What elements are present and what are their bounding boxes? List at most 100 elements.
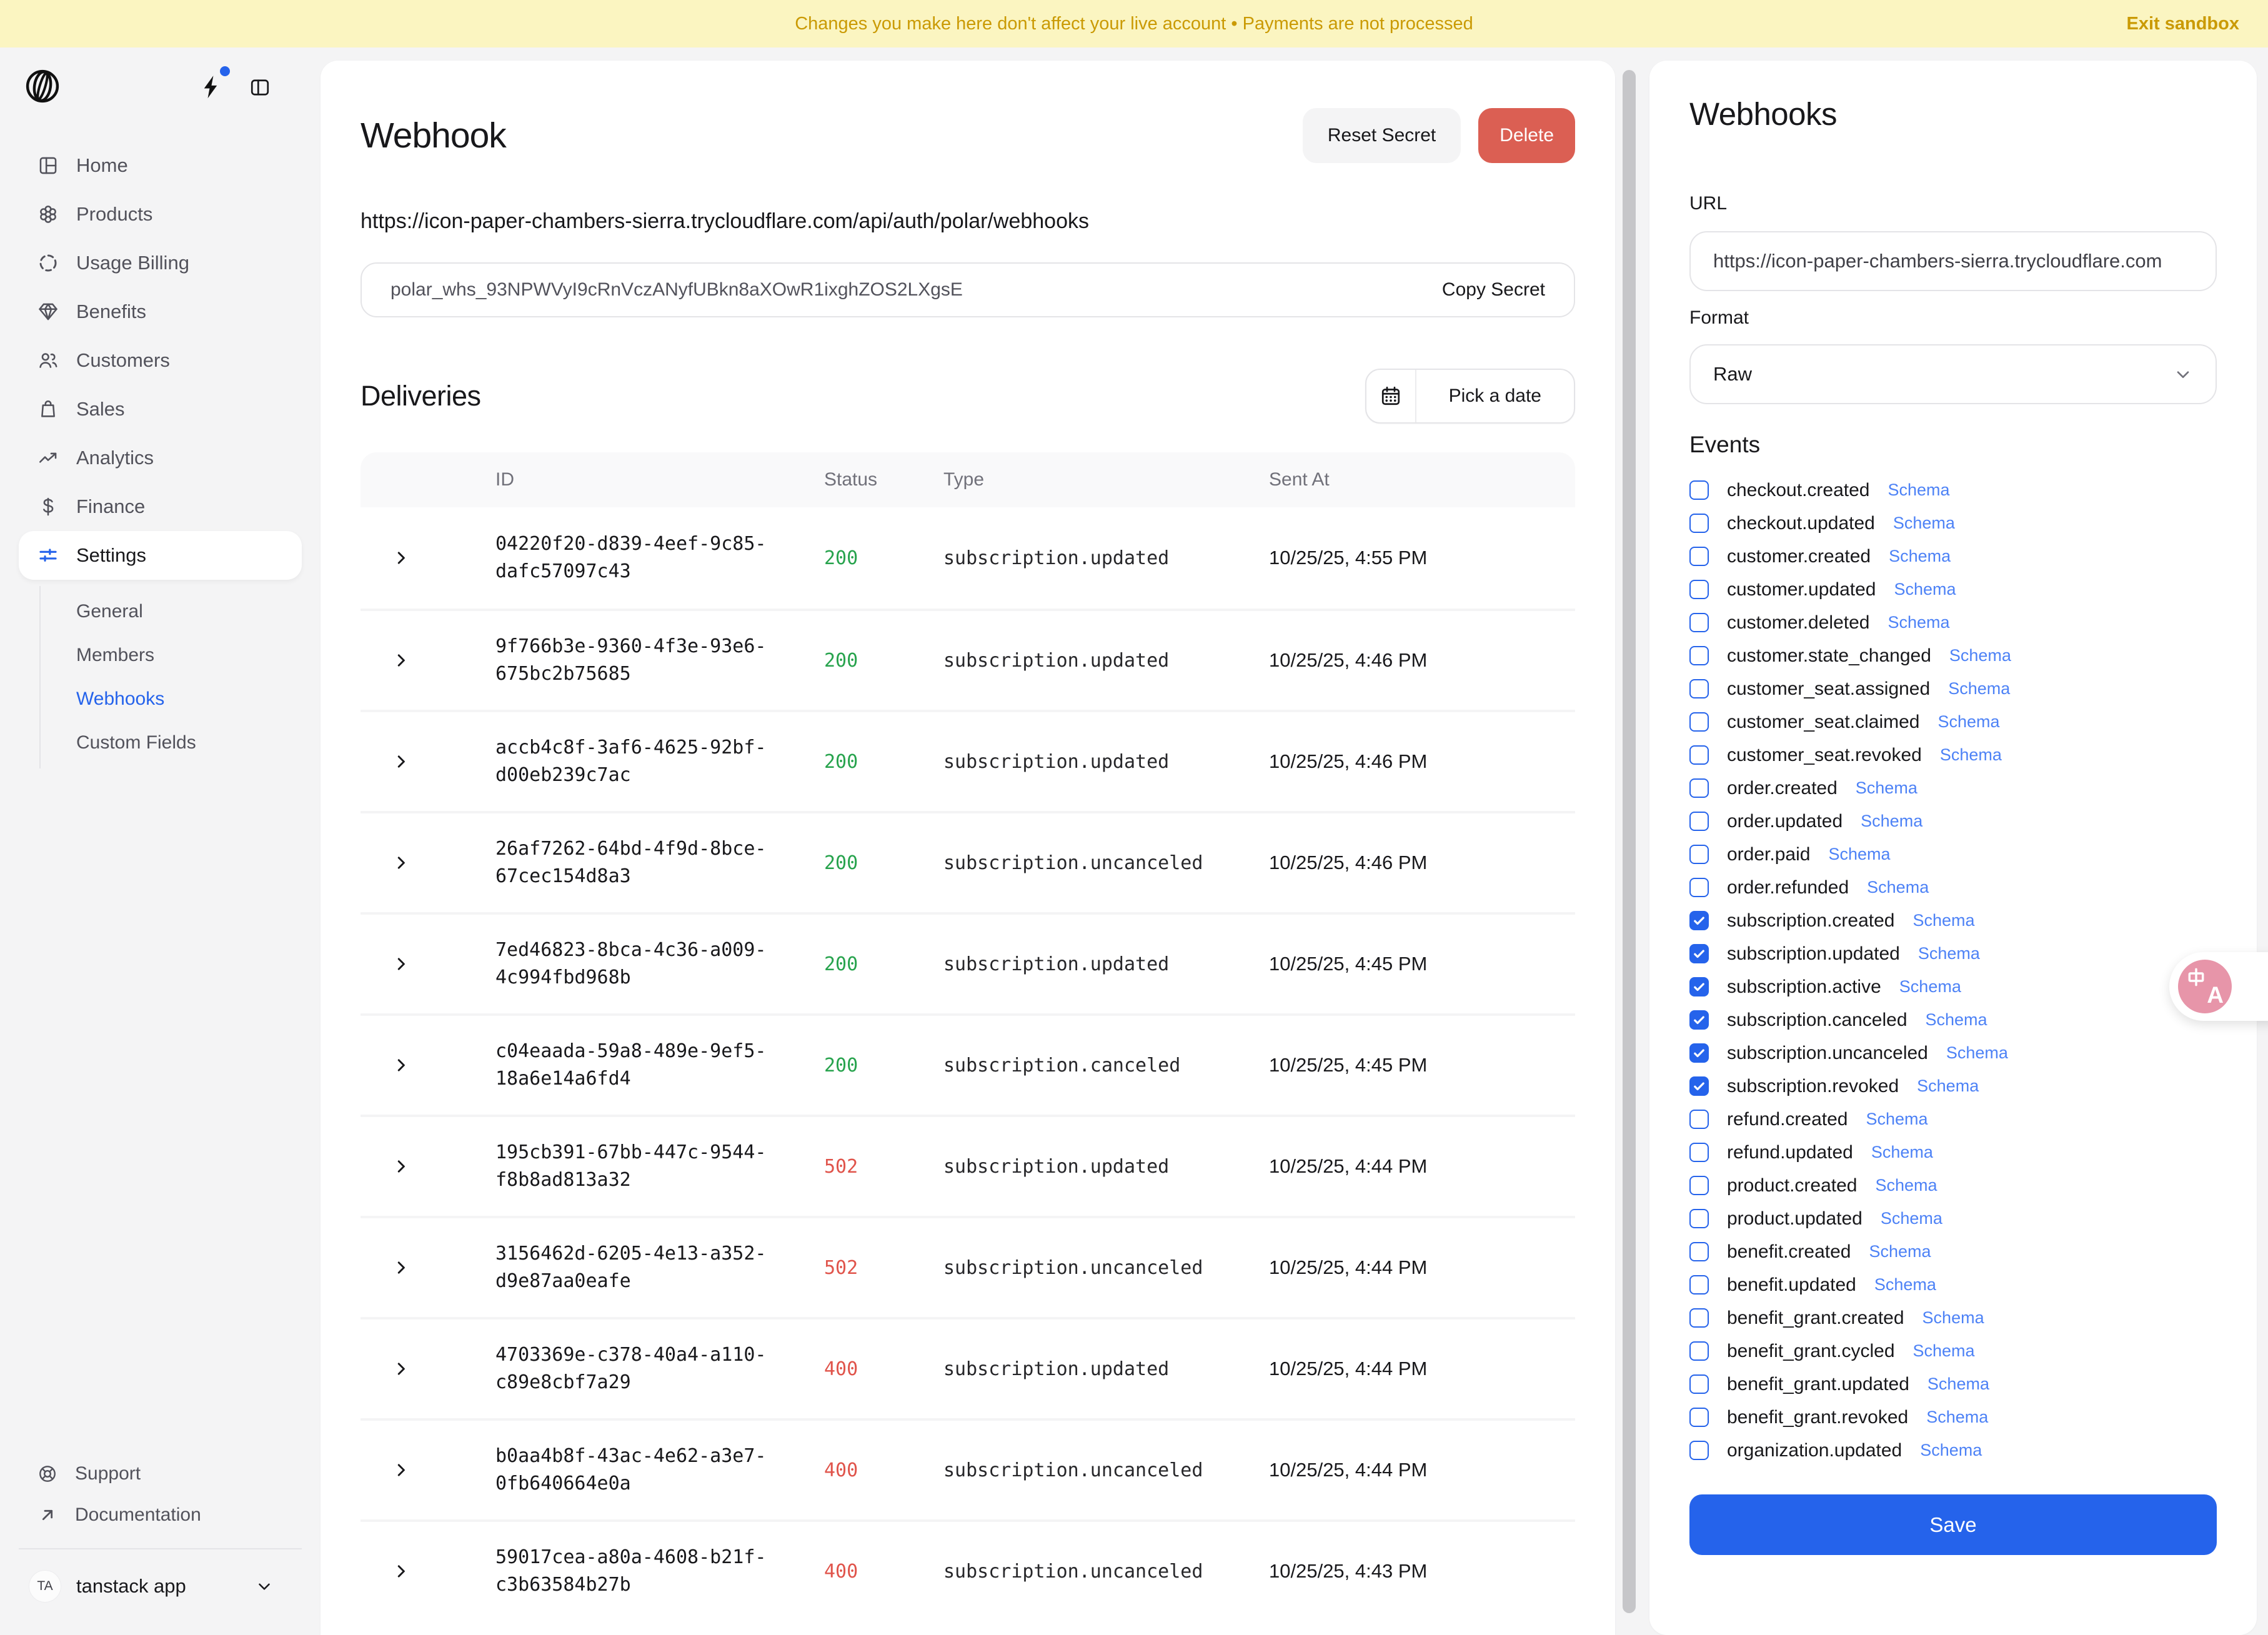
account-switcher[interactable]: TA tanstack app xyxy=(19,1562,302,1611)
sidebar-item-home[interactable]: Home xyxy=(19,141,302,190)
schema-link[interactable]: Schema xyxy=(1899,977,1961,996)
schema-link[interactable]: Schema xyxy=(1940,745,2002,765)
event-checkbox[interactable] xyxy=(1689,547,1709,566)
event-checkbox[interactable] xyxy=(1689,1010,1709,1030)
event-checkbox[interactable] xyxy=(1689,1209,1709,1228)
schema-link[interactable]: Schema xyxy=(1866,1110,1927,1129)
sidebar-subitem-custom-fields[interactable]: Custom Fields xyxy=(41,721,302,765)
chevron-right-icon[interactable] xyxy=(392,955,410,973)
event-checkbox[interactable] xyxy=(1689,1441,1709,1460)
event-checkbox[interactable] xyxy=(1689,911,1709,930)
date-picker-button[interactable]: Pick a date xyxy=(1365,369,1575,424)
schema-link[interactable]: Schema xyxy=(1861,812,1922,831)
schema-link[interactable]: Schema xyxy=(1912,911,1974,930)
sidebar-toggle-icon[interactable] xyxy=(249,76,271,99)
event-checkbox[interactable] xyxy=(1689,514,1709,533)
schema-link[interactable]: Schema xyxy=(1869,1242,1931,1261)
event-checkbox[interactable] xyxy=(1689,944,1709,963)
sidebar-item-customers[interactable]: Customers xyxy=(19,336,302,385)
event-checkbox[interactable] xyxy=(1689,1076,1709,1096)
copy-secret-button[interactable]: Copy Secret xyxy=(1442,279,1545,301)
schema-link[interactable]: Schema xyxy=(1828,845,1890,864)
schema-link[interactable]: Schema xyxy=(1922,1308,1984,1328)
lightning-icon[interactable] xyxy=(199,74,225,100)
sidebar-item-sales[interactable]: Sales xyxy=(19,385,302,434)
sidebar-item-products[interactable]: Products xyxy=(19,190,302,239)
event-checkbox[interactable] xyxy=(1689,1374,1709,1394)
schema-link[interactable]: Schema xyxy=(1874,1275,1936,1295)
event-checkbox[interactable] xyxy=(1689,977,1709,996)
event-checkbox[interactable] xyxy=(1689,1341,1709,1361)
event-checkbox[interactable] xyxy=(1689,1143,1709,1162)
chevron-right-icon[interactable] xyxy=(392,1359,410,1378)
sidebar-item-benefits[interactable]: Benefits xyxy=(19,287,302,336)
event-checkbox[interactable] xyxy=(1689,646,1709,665)
sidebar-item-usage-billing[interactable]: Usage Billing xyxy=(19,239,302,287)
schema-link[interactable]: Schema xyxy=(1889,547,1951,566)
delete-button[interactable]: Delete xyxy=(1478,108,1575,163)
event-checkbox[interactable] xyxy=(1689,1176,1709,1195)
chevron-right-icon[interactable] xyxy=(392,752,410,771)
sidebar-subitem-webhooks[interactable]: Webhooks xyxy=(41,677,302,721)
schema-link[interactable]: Schema xyxy=(1926,1408,1988,1427)
chevron-right-icon[interactable] xyxy=(392,853,410,872)
event-checkbox[interactable] xyxy=(1689,712,1709,732)
sidebar-subitem-general[interactable]: General xyxy=(41,590,302,634)
schema-link[interactable]: Schema xyxy=(1918,944,1980,963)
table-row[interactable]: 04220f20-d839-4eef-9c85-dafc57097c43200s… xyxy=(361,507,1575,609)
event-checkbox[interactable] xyxy=(1689,1275,1709,1295)
table-row[interactable]: 3156462d-6205-4e13-a352-d9e87aa0eafe502s… xyxy=(361,1216,1575,1317)
event-checkbox[interactable] xyxy=(1689,745,1709,765)
event-checkbox[interactable] xyxy=(1689,613,1709,632)
polar-logo[interactable] xyxy=(25,69,60,104)
event-checkbox[interactable] xyxy=(1689,1043,1709,1063)
schema-link[interactable]: Schema xyxy=(1917,1076,1979,1096)
translate-widget-button[interactable]: A xyxy=(2169,952,2268,1021)
chevron-right-icon[interactable] xyxy=(392,1056,410,1075)
url-input[interactable] xyxy=(1689,231,2217,291)
table-row[interactable]: b0aa4b8f-43ac-4e62-a3e7-0fb640664e0a400s… xyxy=(361,1418,1575,1519)
table-row[interactable]: 9f766b3e-9360-4f3e-93e6-675bc2b75685200s… xyxy=(361,609,1575,710)
event-checkbox[interactable] xyxy=(1689,1242,1709,1261)
event-checkbox[interactable] xyxy=(1689,580,1709,599)
schema-link[interactable]: Schema xyxy=(1888,480,1949,500)
table-row[interactable]: 195cb391-67bb-447c-9544-f8b8ad813a32502s… xyxy=(361,1115,1575,1216)
chevron-right-icon[interactable] xyxy=(392,1461,410,1479)
sidebar-subitem-members[interactable]: Members xyxy=(41,634,302,677)
event-checkbox[interactable] xyxy=(1689,1308,1709,1328)
event-checkbox[interactable] xyxy=(1689,679,1709,698)
schema-link[interactable]: Schema xyxy=(1948,679,2010,698)
scrollbar-thumb[interactable] xyxy=(1623,70,1636,1613)
schema-link[interactable]: Schema xyxy=(1937,712,1999,732)
event-checkbox[interactable] xyxy=(1689,812,1709,831)
sidebar-item-analytics[interactable]: Analytics xyxy=(19,434,302,482)
schema-link[interactable]: Schema xyxy=(1913,1341,1975,1361)
event-checkbox[interactable] xyxy=(1689,845,1709,864)
sidebar-item-support[interactable]: Support xyxy=(19,1453,302,1494)
table-row[interactable]: 4703369e-c378-40a4-a110-c89e8cbf7a29400s… xyxy=(361,1317,1575,1418)
table-row[interactable]: accb4c8f-3af6-4625-92bf-d00eb239c7ac200s… xyxy=(361,710,1575,811)
chevron-right-icon[interactable] xyxy=(392,1562,410,1581)
schema-link[interactable]: Schema xyxy=(1856,778,1917,798)
chevron-right-icon[interactable] xyxy=(392,1258,410,1277)
event-checkbox[interactable] xyxy=(1689,1408,1709,1427)
schema-link[interactable]: Schema xyxy=(1894,580,1956,599)
reset-secret-button[interactable]: Reset Secret xyxy=(1303,108,1461,163)
schema-link[interactable]: Schema xyxy=(1881,1209,1942,1228)
event-checkbox[interactable] xyxy=(1689,778,1709,798)
table-row[interactable]: 26af7262-64bd-4f9d-8bce-67cec154d8a3200s… xyxy=(361,811,1575,912)
schema-link[interactable]: Schema xyxy=(1871,1143,1933,1162)
format-select[interactable]: Raw xyxy=(1689,344,2217,404)
table-row[interactable]: c04eaada-59a8-489e-9ef5-18a6e14a6fd4200s… xyxy=(361,1013,1575,1115)
chevron-right-icon[interactable] xyxy=(392,651,410,670)
schema-link[interactable]: Schema xyxy=(1893,514,1955,533)
schema-link[interactable]: Schema xyxy=(1920,1441,1982,1460)
table-row[interactable]: 59017cea-a80a-4608-b21f-c3b63584b27b400s… xyxy=(361,1519,1575,1621)
exit-sandbox-link[interactable]: Exit sandbox xyxy=(2127,14,2240,34)
sidebar-item-finance[interactable]: Finance xyxy=(19,482,302,531)
schema-link[interactable]: Schema xyxy=(1888,613,1949,632)
event-checkbox[interactable] xyxy=(1689,1110,1709,1129)
chevron-right-icon[interactable] xyxy=(392,549,410,567)
schema-link[interactable]: Schema xyxy=(1867,878,1929,897)
sidebar-item-documentation[interactable]: Documentation xyxy=(19,1494,302,1536)
